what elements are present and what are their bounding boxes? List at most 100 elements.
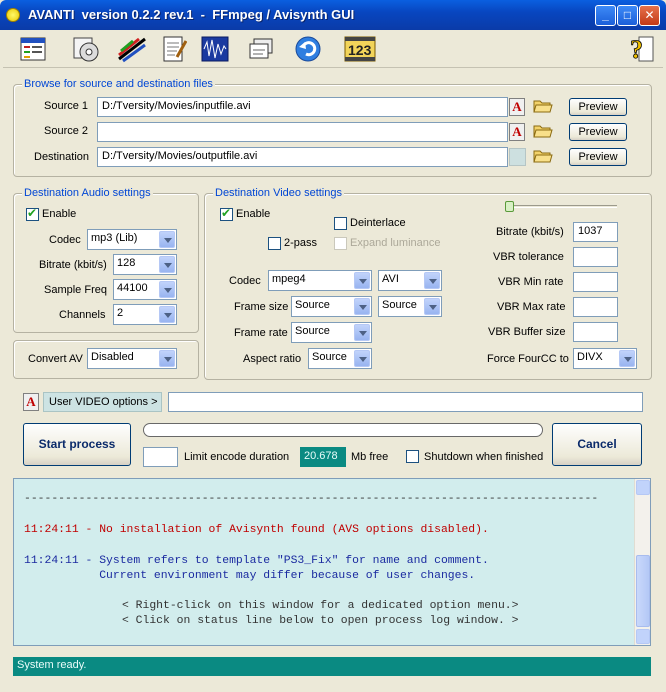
vbr-tolerance-input[interactable] [573, 247, 618, 267]
chevron-down-icon [354, 298, 370, 315]
audio-legend: Destination Audio settings [22, 187, 153, 199]
expand-luminance-checkbox[interactable] [334, 237, 347, 250]
framesize-a-value: Source [295, 299, 330, 311]
quality-slider-thumb[interactable] [505, 201, 514, 212]
samplefreq-value: 44100 [117, 282, 148, 294]
log-window[interactable]: ----------------------------------------… [13, 478, 651, 646]
video-bitrate-input[interactable]: 1037 [573, 222, 618, 242]
status-bar[interactable]: System ready. [13, 657, 651, 676]
reset-icon[interactable] [292, 33, 324, 65]
folder-open-icon[interactable] [533, 123, 553, 142]
container-value: AVI [382, 273, 399, 285]
vbr-min-input[interactable] [573, 272, 618, 292]
chevron-down-icon [354, 350, 370, 367]
audio-codec-select[interactable]: mp3 (Lib) [87, 229, 177, 250]
notepad-icon[interactable] [158, 33, 190, 65]
channels-label: Channels [59, 309, 106, 321]
framerate-select[interactable]: Source [291, 322, 372, 343]
video-codec-select[interactable]: mpeg4 [268, 270, 372, 291]
video-codec-value: mpeg4 [272, 273, 306, 285]
channels-select[interactable]: 2 [113, 304, 177, 325]
folder-open-icon[interactable] [533, 148, 553, 167]
limit-duration-input[interactable] [143, 447, 178, 467]
video-bitrate-label: Bitrate (kbit/s) [496, 226, 564, 238]
chevron-down-icon [619, 350, 635, 367]
counter-123-icon[interactable]: 123 [344, 33, 376, 65]
vbr-max-input[interactable] [573, 297, 618, 317]
maximize-button[interactable]: □ [617, 5, 638, 26]
audio-bitrate-value: 128 [117, 257, 136, 269]
browse-legend: Browse for source and destination files [22, 78, 215, 90]
waveform-icon[interactable] [199, 33, 231, 65]
limit-duration-label: Limit encode duration [184, 451, 290, 463]
minimize-button[interactable]: _ [595, 5, 616, 26]
deinterlace-label: Deinterlace [350, 217, 406, 229]
preview-button-1[interactable]: Preview [569, 98, 627, 116]
chevron-down-icon [424, 272, 440, 289]
source2-label: Source 2 [44, 125, 89, 137]
help-icon[interactable]: ? [625, 33, 657, 65]
fourcc-label: Force FourCC to [487, 353, 569, 365]
source2-input[interactable] [97, 122, 508, 142]
user-video-options-input[interactable] [168, 392, 643, 412]
chevron-down-icon [424, 298, 440, 315]
log-separator: ----------------------------------------… [24, 493, 599, 505]
vbr-min-label: VBR Min rate [498, 276, 564, 288]
fourcc-select[interactable]: DIVX [573, 348, 637, 369]
free-space-value: 20.678 [300, 447, 346, 467]
aspect-label: Aspect ratio [243, 353, 302, 365]
framerate-value: Source [295, 325, 330, 337]
chevron-down-icon [159, 256, 175, 273]
audio-edit-icon[interactable] [116, 33, 148, 65]
twopass-checkbox[interactable] [268, 237, 281, 250]
log-hint: < Click on status line below to open pro… [122, 615, 519, 627]
preview-button-2[interactable]: Preview [569, 123, 627, 141]
batch-icon[interactable] [245, 33, 277, 65]
app-icon [6, 8, 20, 22]
scrollbar-thumb[interactable] [636, 555, 650, 627]
destination-blank-icon [509, 148, 526, 166]
audio-enable-label: Enable [42, 208, 77, 220]
audio-bitrate-label: Bitrate (kbit/s) [39, 259, 107, 271]
framesize-b-value: Source [382, 299, 417, 311]
title-bar[interactable]: AVANTI version 0.2.2 rev.1 - FFmpeg / Av… [0, 0, 666, 30]
audio-enable-checkbox[interactable] [26, 206, 39, 221]
video-enable-label: Enable [236, 208, 271, 220]
vbr-buffer-input[interactable] [573, 322, 618, 342]
log-scrollbar[interactable] [634, 479, 650, 645]
convert-av-label: Convert AV [28, 353, 83, 365]
framesize-select-b[interactable]: Source [378, 296, 442, 317]
video-enable-checkbox[interactable] [220, 206, 233, 221]
fourcc-value: DIVX [577, 351, 603, 363]
destination-input[interactable]: D:/Tversity/Movies/outputfile.avi [97, 147, 508, 167]
framesize-label: Frame size [234, 301, 289, 313]
vbr-buffer-label: VBR Buffer size [488, 326, 566, 338]
audio-bitrate-select[interactable]: 128 [113, 254, 177, 275]
media-info-icon[interactable] [70, 33, 102, 65]
avisynth-icon[interactable]: A [23, 393, 39, 411]
vbr-max-label: VBR Max rate [497, 301, 566, 313]
scroll-down-icon[interactable] [636, 629, 650, 644]
cancel-button[interactable]: Cancel [552, 423, 642, 466]
settings-window-icon[interactable] [17, 33, 49, 65]
expand-luminance-label: Expand luminance [350, 237, 441, 249]
preview-button-3[interactable]: Preview [569, 148, 627, 166]
scroll-up-icon[interactable] [636, 480, 650, 495]
avisynth-icon[interactable]: A [509, 98, 525, 116]
user-video-options-button[interactable]: User VIDEO options > [43, 392, 162, 412]
container-select[interactable]: AVI [378, 270, 442, 291]
deinterlace-checkbox[interactable] [334, 217, 347, 230]
shutdown-checkbox[interactable] [406, 450, 419, 463]
convert-av-select[interactable]: Disabled [87, 348, 177, 369]
aspect-select[interactable]: Source [308, 348, 372, 369]
source1-input[interactable]: D:/Tversity/Movies/inputfile.avi [97, 97, 508, 117]
start-process-button[interactable]: Start process [23, 423, 131, 466]
close-button[interactable]: ✕ [639, 5, 660, 26]
avisynth-icon[interactable]: A [509, 123, 525, 141]
folder-open-icon[interactable] [533, 98, 553, 117]
window-title: AVANTI version 0.2.2 rev.1 - FFmpeg / Av… [28, 7, 355, 22]
framesize-select-a[interactable]: Source [291, 296, 372, 317]
samplefreq-select[interactable]: 44100 [113, 279, 177, 300]
quality-slider-track[interactable] [505, 205, 617, 208]
shutdown-label: Shutdown when finished [424, 451, 544, 463]
